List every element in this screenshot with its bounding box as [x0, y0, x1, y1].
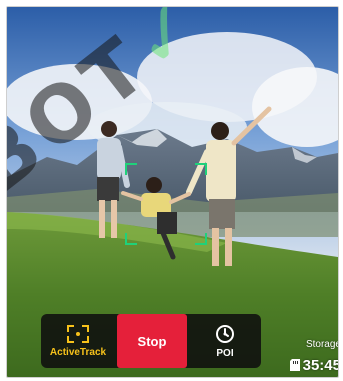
storage-remaining: 35:45: [269, 355, 339, 375]
activetrack-icon: [67, 324, 89, 343]
sd-card-icon: [289, 359, 300, 371]
poi-icon: [216, 324, 234, 343]
tracking-frame[interactable]: [125, 163, 207, 245]
camera-viewfinder: BOT✓ ActiveTrack Stop POI Storage 35:45: [6, 6, 339, 378]
activetrack-label: ActiveTrack: [49, 346, 107, 358]
tracking-corner-tl: [125, 163, 137, 175]
stop-button[interactable]: Stop: [117, 314, 187, 368]
tracking-corner-bl: [125, 233, 137, 245]
tracking-corner-tr: [195, 163, 207, 175]
poi-button[interactable]: POI: [189, 314, 261, 368]
poi-label: POI: [216, 347, 234, 359]
stop-label: Stop: [137, 333, 167, 349]
remaining-time: 35:45: [302, 356, 339, 374]
storage-label: Storage: [305, 339, 339, 350]
control-bar: ActiveTrack Stop POI: [41, 314, 261, 368]
tracking-corner-br: [195, 233, 207, 245]
activetrack-button[interactable]: ActiveTrack: [41, 314, 115, 368]
